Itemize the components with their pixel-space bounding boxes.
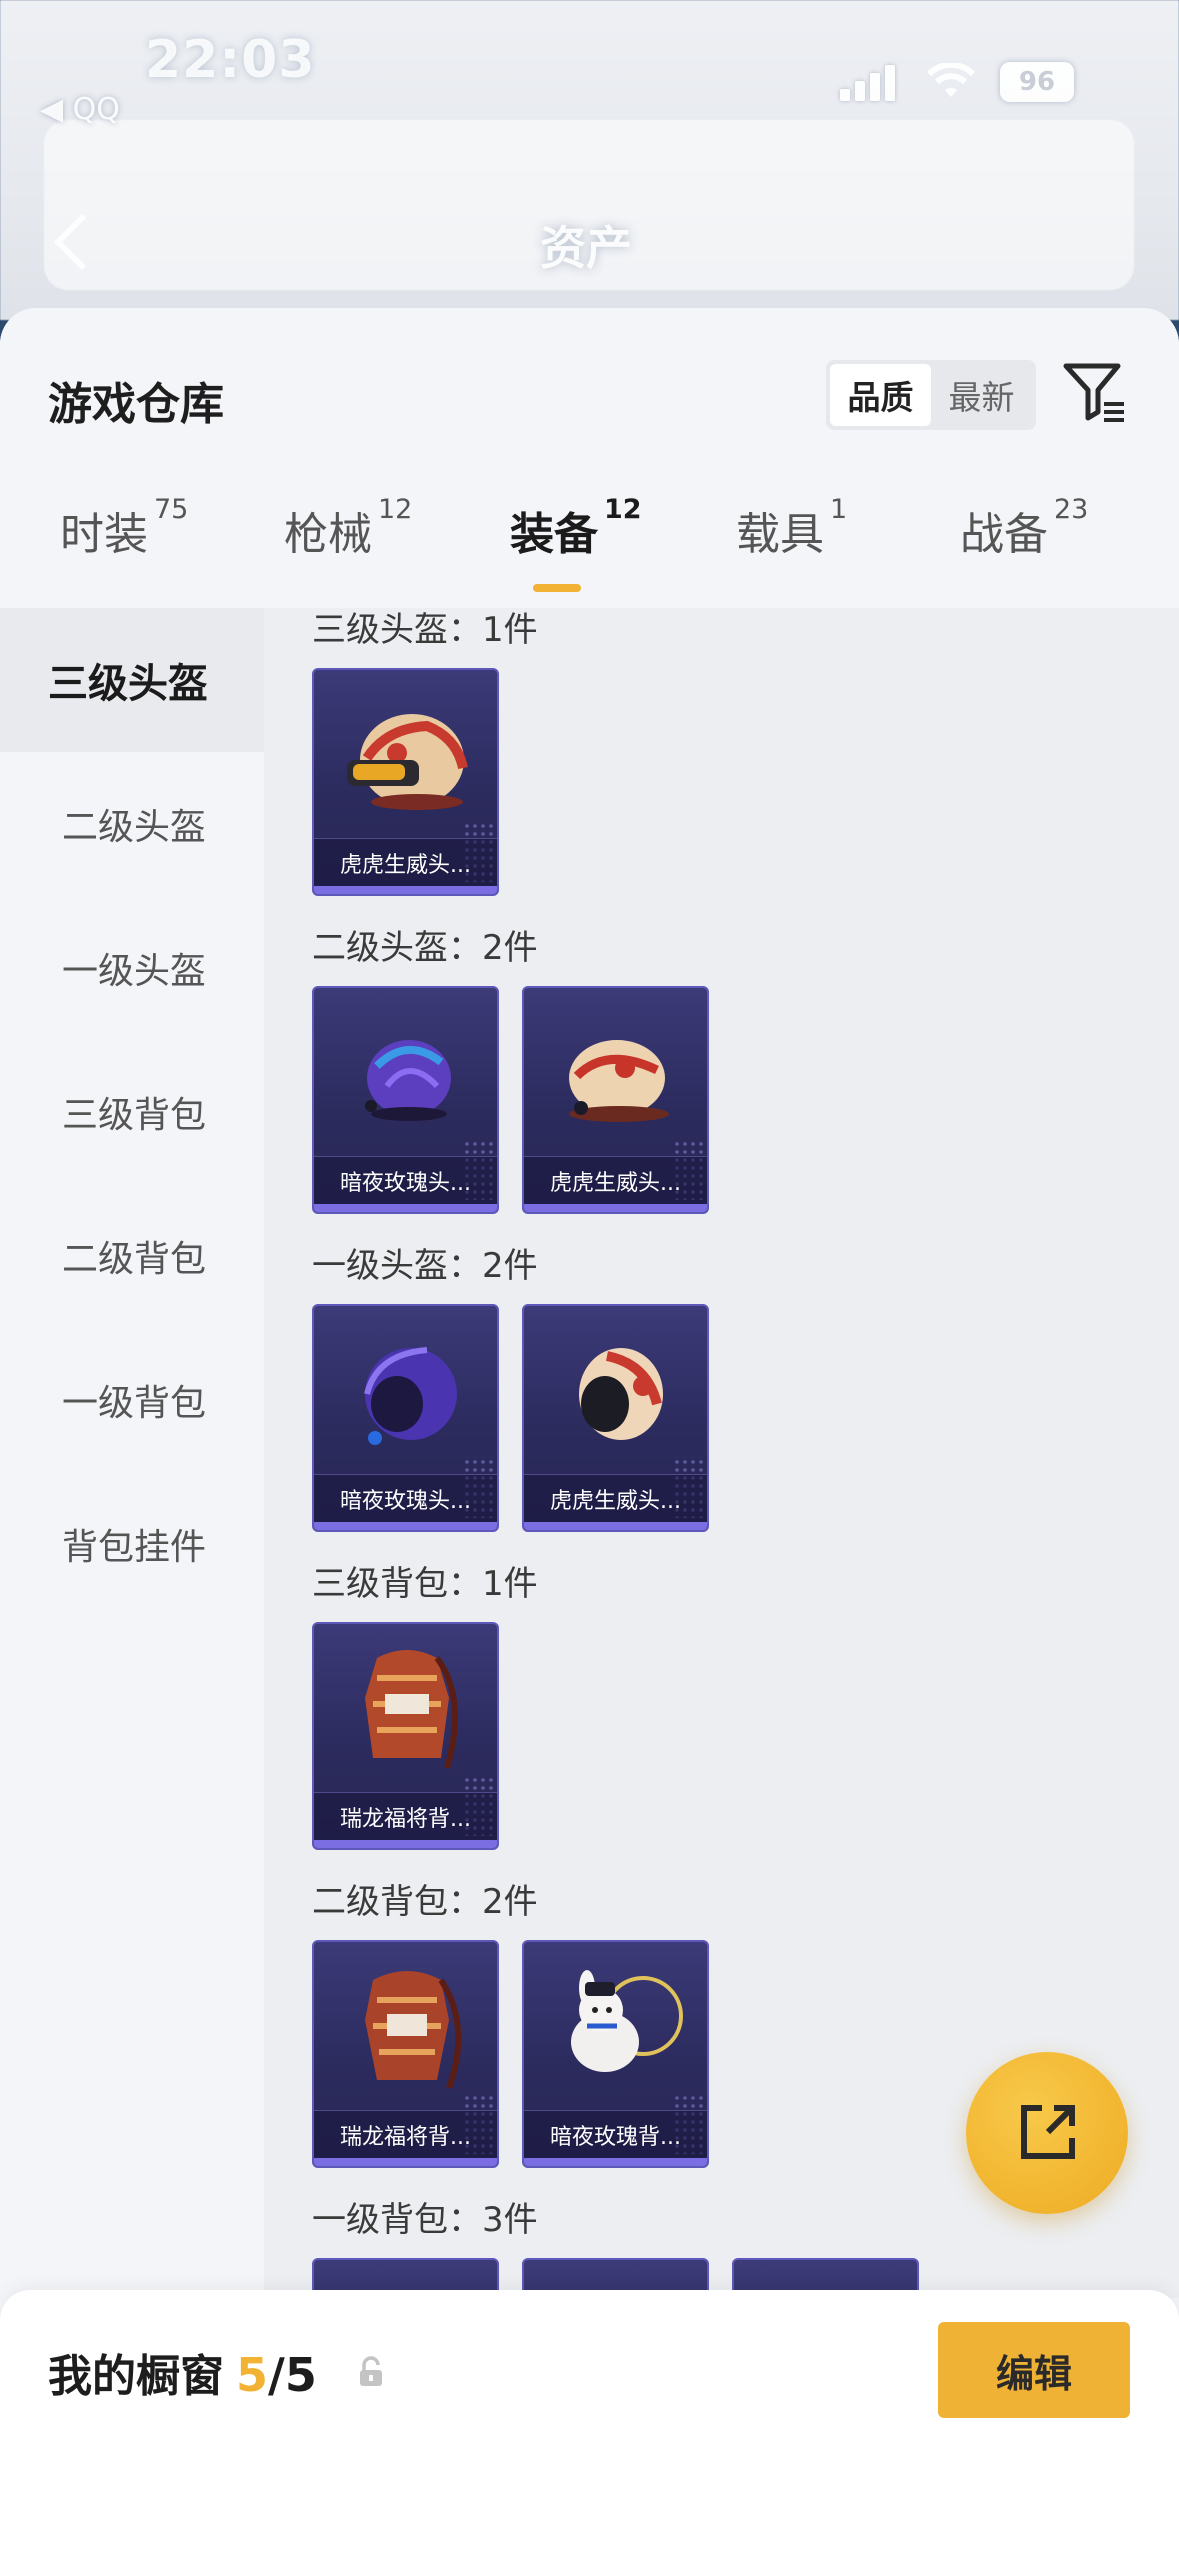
warehouse-sheet: 游戏仓库 品质 最新 时装 75 枪械 12 装备 12 载具 1 战备 23 … <box>0 308 1179 2556</box>
item-card[interactable]: 暗夜玫瑰背... <box>522 1940 709 2168</box>
sort-latest-option[interactable]: 最新 <box>931 364 1032 426</box>
item-card[interactable]: 暗夜玫瑰头... <box>312 1304 499 1532</box>
group-title: 三级头盔：1件 <box>312 610 538 650</box>
item-card[interactable]: 瑞龙福将背... <box>312 1622 499 1850</box>
helmet-tiger-icon <box>347 714 468 810</box>
item-name: 瑞龙福将背... <box>314 2110 497 2158</box>
sort-toggle: 品质 最新 <box>826 360 1036 430</box>
sidebar: 三级头盔 二级头盔 一级头盔 三级背包 二级背包 一级背包 背包挂件 <box>0 608 264 2308</box>
item-grid-area[interactable]: 三级头盔：1件 虎虎生威头... 二级头盔：2件 暗夜玫瑰头... 虎虎生威头.… <box>264 608 1179 2298</box>
showcase-total: 5 <box>284 2348 317 2402</box>
sidebar-item-level1-backpack[interactable]: 一级背包 <box>0 1328 264 1472</box>
item-name: 虎虎生威头... <box>314 838 497 886</box>
signal-icon <box>840 63 902 101</box>
sidebar-item-backpack-charm[interactable]: 背包挂件 <box>0 1472 264 1616</box>
sidebar-item-level3-helmet[interactable]: 三级头盔 <box>0 608 264 752</box>
lock-icon <box>360 2356 382 2386</box>
item-name: 暗夜玫瑰背... <box>524 2110 707 2158</box>
tab-supplies[interactable]: 战备 23 <box>960 494 1088 562</box>
share-button[interactable] <box>966 2052 1128 2214</box>
showcase-current: 5 <box>236 2348 269 2402</box>
showcase-bar: 我的橱窗 5/5 编辑 <box>0 2290 1179 2556</box>
rarity-bar <box>524 1204 707 1212</box>
item-name: 暗夜玫瑰头... <box>314 1474 497 1522</box>
status-back-app[interactable]: ◀ QQ <box>40 92 120 127</box>
tab-fashion[interactable]: 时装 75 <box>60 494 188 562</box>
rarity-bar <box>524 1522 707 1530</box>
item-card[interactable]: 虎虎生威头... <box>522 1304 709 1532</box>
tab-label: 载具 <box>736 509 824 560</box>
sidebar-item-level2-helmet[interactable]: 二级头盔 <box>0 752 264 896</box>
showcase-title: 我的橱窗 <box>48 2351 224 2402</box>
tab-label: 时装 <box>60 509 148 560</box>
wifi-icon <box>926 63 976 97</box>
item-card[interactable]: 虎虎生威头... <box>312 668 499 896</box>
sidebar-item-level1-helmet[interactable]: 一级头盔 <box>0 896 264 1040</box>
rarity-bar <box>314 2158 497 2166</box>
filter-icon[interactable] <box>1060 358 1130 428</box>
sidebar-item-level2-backpack[interactable]: 二级背包 <box>0 1184 264 1328</box>
status-time: 22:03 <box>145 30 316 90</box>
rarity-bar <box>314 1840 497 1848</box>
item-name: 虎虎生威头... <box>524 1474 707 1522</box>
tab-count: 1 <box>830 494 848 525</box>
edit-button[interactable]: 编辑 <box>938 2322 1130 2418</box>
rarity-bar <box>524 2158 707 2166</box>
rarity-bar <box>314 1522 497 1530</box>
tab-count: 23 <box>1054 494 1089 525</box>
helmet-rose-icon <box>364 1347 457 1445</box>
tab-vehicles[interactable]: 载具 1 <box>736 494 847 562</box>
showcase-title-group: 我的橱窗 5/5 <box>48 2340 317 2404</box>
group-title: 二级头盔：2件 <box>312 928 538 968</box>
tab-count: 12 <box>604 494 642 525</box>
rarity-bar <box>314 886 497 894</box>
sidebar-item-level3-backpack[interactable]: 三级背包 <box>0 1040 264 1184</box>
tab-count: 12 <box>378 494 413 525</box>
showcase-sep: / <box>268 2348 285 2402</box>
sheet-header: 游戏仓库 品质 最新 时装 75 枪械 12 装备 12 载具 1 战备 23 <box>0 308 1179 608</box>
backpack-rabbit-icon <box>571 1970 683 2072</box>
group-title: 二级背包：2件 <box>312 1882 538 1922</box>
tab-label: 战备 <box>960 509 1048 560</box>
share-icon <box>1021 2105 1075 2159</box>
group-title: 一级背包：3件 <box>312 2200 538 2240</box>
helmet-tiger-icon <box>579 1348 663 1440</box>
rarity-bar <box>314 1204 497 1212</box>
tab-count: 75 <box>154 494 189 525</box>
backpack-dragon-icon <box>365 1650 458 1769</box>
tab-firearms[interactable]: 枪械 12 <box>284 494 412 562</box>
nav-title: 资产 <box>540 221 632 275</box>
back-arrow-icon[interactable] <box>50 212 90 272</box>
active-tab-indicator <box>533 584 581 592</box>
status-icons: 96 <box>840 62 1074 102</box>
backpack-dragon-icon <box>365 1971 462 2090</box>
tab-label: 装备 <box>510 509 598 560</box>
item-card[interactable]: 瑞龙福将背... <box>312 1940 499 2168</box>
category-tabs: 时装 75 枪械 12 装备 12 载具 1 战备 23 <box>0 494 1179 608</box>
item-card[interactable]: 暗夜玫瑰头... <box>312 986 499 1214</box>
tab-label: 枪械 <box>284 509 372 560</box>
item-name: 瑞龙福将背... <box>314 1792 497 1840</box>
item-name: 虎虎生威头... <box>524 1156 707 1204</box>
helmet-tiger-icon <box>569 1040 669 1122</box>
showcase-count: 5/5 <box>236 2348 317 2402</box>
tab-equipment[interactable]: 装备 12 <box>510 494 642 562</box>
sort-quality-option[interactable]: 品质 <box>830 364 931 426</box>
item-name: 暗夜玫瑰头... <box>314 1156 497 1204</box>
helmet-rose-icon <box>365 1040 451 1121</box>
group-title: 一级头盔：2件 <box>312 1246 538 1286</box>
battery-icon: 96 <box>1000 62 1074 102</box>
page-title: 游戏仓库 <box>48 379 224 430</box>
group-title: 三级背包：1件 <box>312 1564 538 1604</box>
item-card[interactable]: 虎虎生威头... <box>522 986 709 1214</box>
